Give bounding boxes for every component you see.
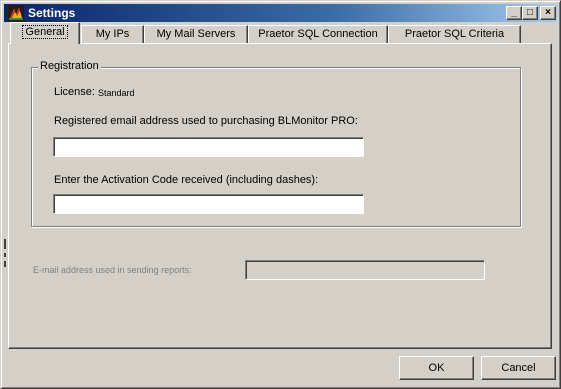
general-tab-panel: Registration License: Standard Registere… — [8, 43, 552, 349]
ok-button[interactable]: OK — [399, 356, 474, 380]
close-icon: × — [545, 7, 551, 18]
close-button[interactable]: × — [540, 6, 556, 20]
resize-grip-marks — [4, 239, 6, 273]
window-title: Settings — [28, 6, 76, 20]
license-value: Standard — [98, 88, 135, 98]
report-email-field[interactable] — [245, 260, 485, 280]
report-email-label: E-mail address used in sending reports: — [33, 265, 192, 275]
ok-label: OK — [428, 362, 445, 374]
activation-code-label: Enter the Activation Code received (incl… — [54, 174, 319, 186]
title-bar[interactable]: Settings _ □ × — [4, 4, 557, 22]
tab-praetor-sql-criteria[interactable]: Praetor SQL Criteria — [388, 25, 521, 44]
tab-label: My Mail Servers — [156, 28, 236, 40]
minimize-button[interactable]: _ — [506, 6, 522, 20]
tab-general[interactable]: General — [10, 22, 80, 44]
settings-window: Settings _ □ × General My IPs My Mail Se… — [0, 0, 561, 389]
activation-code-field[interactable] — [53, 194, 364, 214]
tab-my-ips[interactable]: My IPs — [81, 25, 144, 44]
tab-praetor-sql-connection[interactable]: Praetor SQL Connection — [248, 25, 388, 44]
tab-label: Praetor SQL Criteria — [404, 28, 505, 40]
cancel-label: Cancel — [501, 362, 536, 374]
maximize-button[interactable]: □ — [522, 6, 538, 20]
registered-email-field[interactable] — [53, 137, 364, 157]
maximize-icon: □ — [526, 7, 534, 18]
app-icon — [8, 5, 24, 21]
registration-group-title: Registration — [38, 60, 101, 72]
license-label: License: — [54, 86, 95, 98]
tab-label: My IPs — [95, 28, 130, 40]
tab-label: General — [22, 25, 68, 39]
tab-label: Praetor SQL Connection — [258, 28, 378, 40]
minimize-icon: _ — [511, 7, 517, 18]
registration-group: Registration License: Standard Registere… — [31, 60, 521, 227]
cancel-button[interactable]: Cancel — [481, 356, 556, 380]
tab-my-mail-servers[interactable]: My Mail Servers — [144, 25, 248, 44]
registered-email-label: Registered email address used to purchas… — [54, 115, 358, 127]
